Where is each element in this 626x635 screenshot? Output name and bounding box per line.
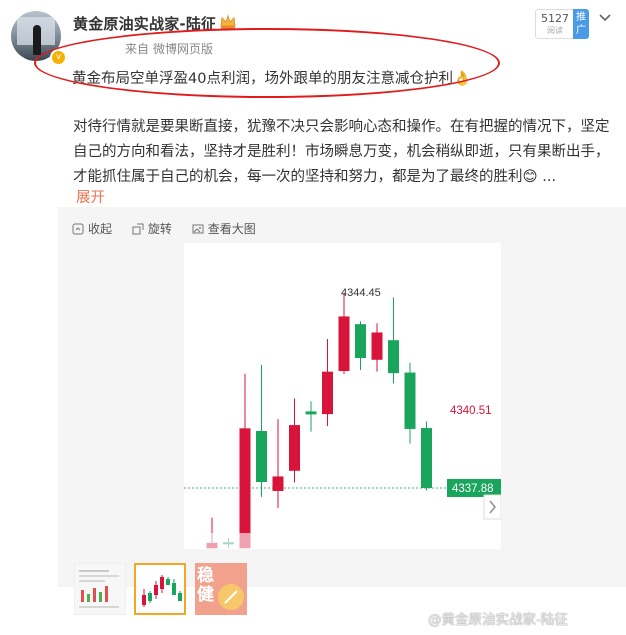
read-count-unit: 阅读 bbox=[547, 26, 563, 35]
collapse-button[interactable]: 收起 bbox=[72, 220, 112, 237]
thumbnail-3-text: 稳健 bbox=[197, 566, 214, 605]
candle-body bbox=[256, 431, 267, 483]
current-price-label: 4337.88 bbox=[452, 483, 494, 495]
read-count-number: 5127 bbox=[541, 12, 569, 25]
crown-icon bbox=[220, 14, 236, 29]
watermark: @黄金原油实战家-陆征 bbox=[428, 612, 568, 628]
rotate-icon bbox=[132, 223, 144, 234]
source-app-link[interactable]: 微博网页版 bbox=[153, 42, 213, 56]
candle-body bbox=[355, 324, 366, 358]
collapse-icon bbox=[72, 223, 84, 234]
candle-body bbox=[305, 411, 317, 415]
thumbnail-2-image bbox=[142, 575, 182, 607]
media-toolbar: 收起 旋转 查看大图 bbox=[72, 220, 272, 238]
high-price-label: 4344.45 bbox=[341, 287, 381, 299]
verified-badge-icon: v bbox=[50, 49, 67, 66]
candle-body bbox=[322, 371, 333, 415]
chevron-down-icon[interactable] bbox=[598, 11, 612, 25]
expand-link[interactable]: 展开 bbox=[76, 186, 105, 207]
candle-body bbox=[421, 428, 432, 488]
collapse-label: 收起 bbox=[88, 222, 113, 236]
promote-button[interactable]: 推广 bbox=[573, 9, 589, 39]
thumbnail-3[interactable]: 稳健 bbox=[195, 563, 247, 615]
candle-body bbox=[388, 340, 399, 374]
thumbnail-1-image bbox=[79, 570, 119, 608]
view-large-label: 查看大图 bbox=[207, 222, 256, 236]
read-count: 5127 阅读 bbox=[535, 9, 575, 39]
post-body-text: 对待行情就是要果断直接，犹豫不决只会影响心态和操作。在有把握的情况下，坚定自己的… bbox=[73, 119, 610, 185]
candlestick-chart[interactable]: 4344.45 4340.51 4337.88 bbox=[184, 243, 501, 549]
user-name[interactable]: 黄金原油实战家-陆征 bbox=[73, 13, 216, 34]
chart-bottom-fade bbox=[184, 533, 501, 549]
candle-body bbox=[371, 332, 383, 360]
candle-body bbox=[272, 476, 284, 491]
chart-svg: 4344.45 4340.51 4337.88 bbox=[184, 287, 501, 549]
ref-price-label: 4340.51 bbox=[450, 405, 492, 417]
candle-body bbox=[289, 425, 300, 471]
candle-body bbox=[338, 316, 350, 372]
post-lead-text: 黄金布局空单浮盈40点利润，场外跟单的朋友注意减仓护利👌 bbox=[72, 71, 472, 87]
view-large-icon bbox=[192, 224, 204, 233]
thumbnail-1[interactable] bbox=[74, 563, 126, 615]
candle-body bbox=[239, 428, 251, 549]
chart-scroll-button bbox=[483, 494, 501, 520]
source-label: 来自 bbox=[125, 42, 150, 56]
view-large-button[interactable]: 查看大图 bbox=[192, 220, 256, 237]
avatar-person bbox=[33, 25, 41, 55]
rotate-button[interactable]: 旋转 bbox=[132, 220, 172, 237]
rotate-label: 旋转 bbox=[147, 222, 172, 236]
post-source: 来自 微博网页版 bbox=[125, 40, 213, 57]
thumbnail-2-selected[interactable] bbox=[134, 563, 186, 615]
candle-body bbox=[404, 372, 416, 429]
